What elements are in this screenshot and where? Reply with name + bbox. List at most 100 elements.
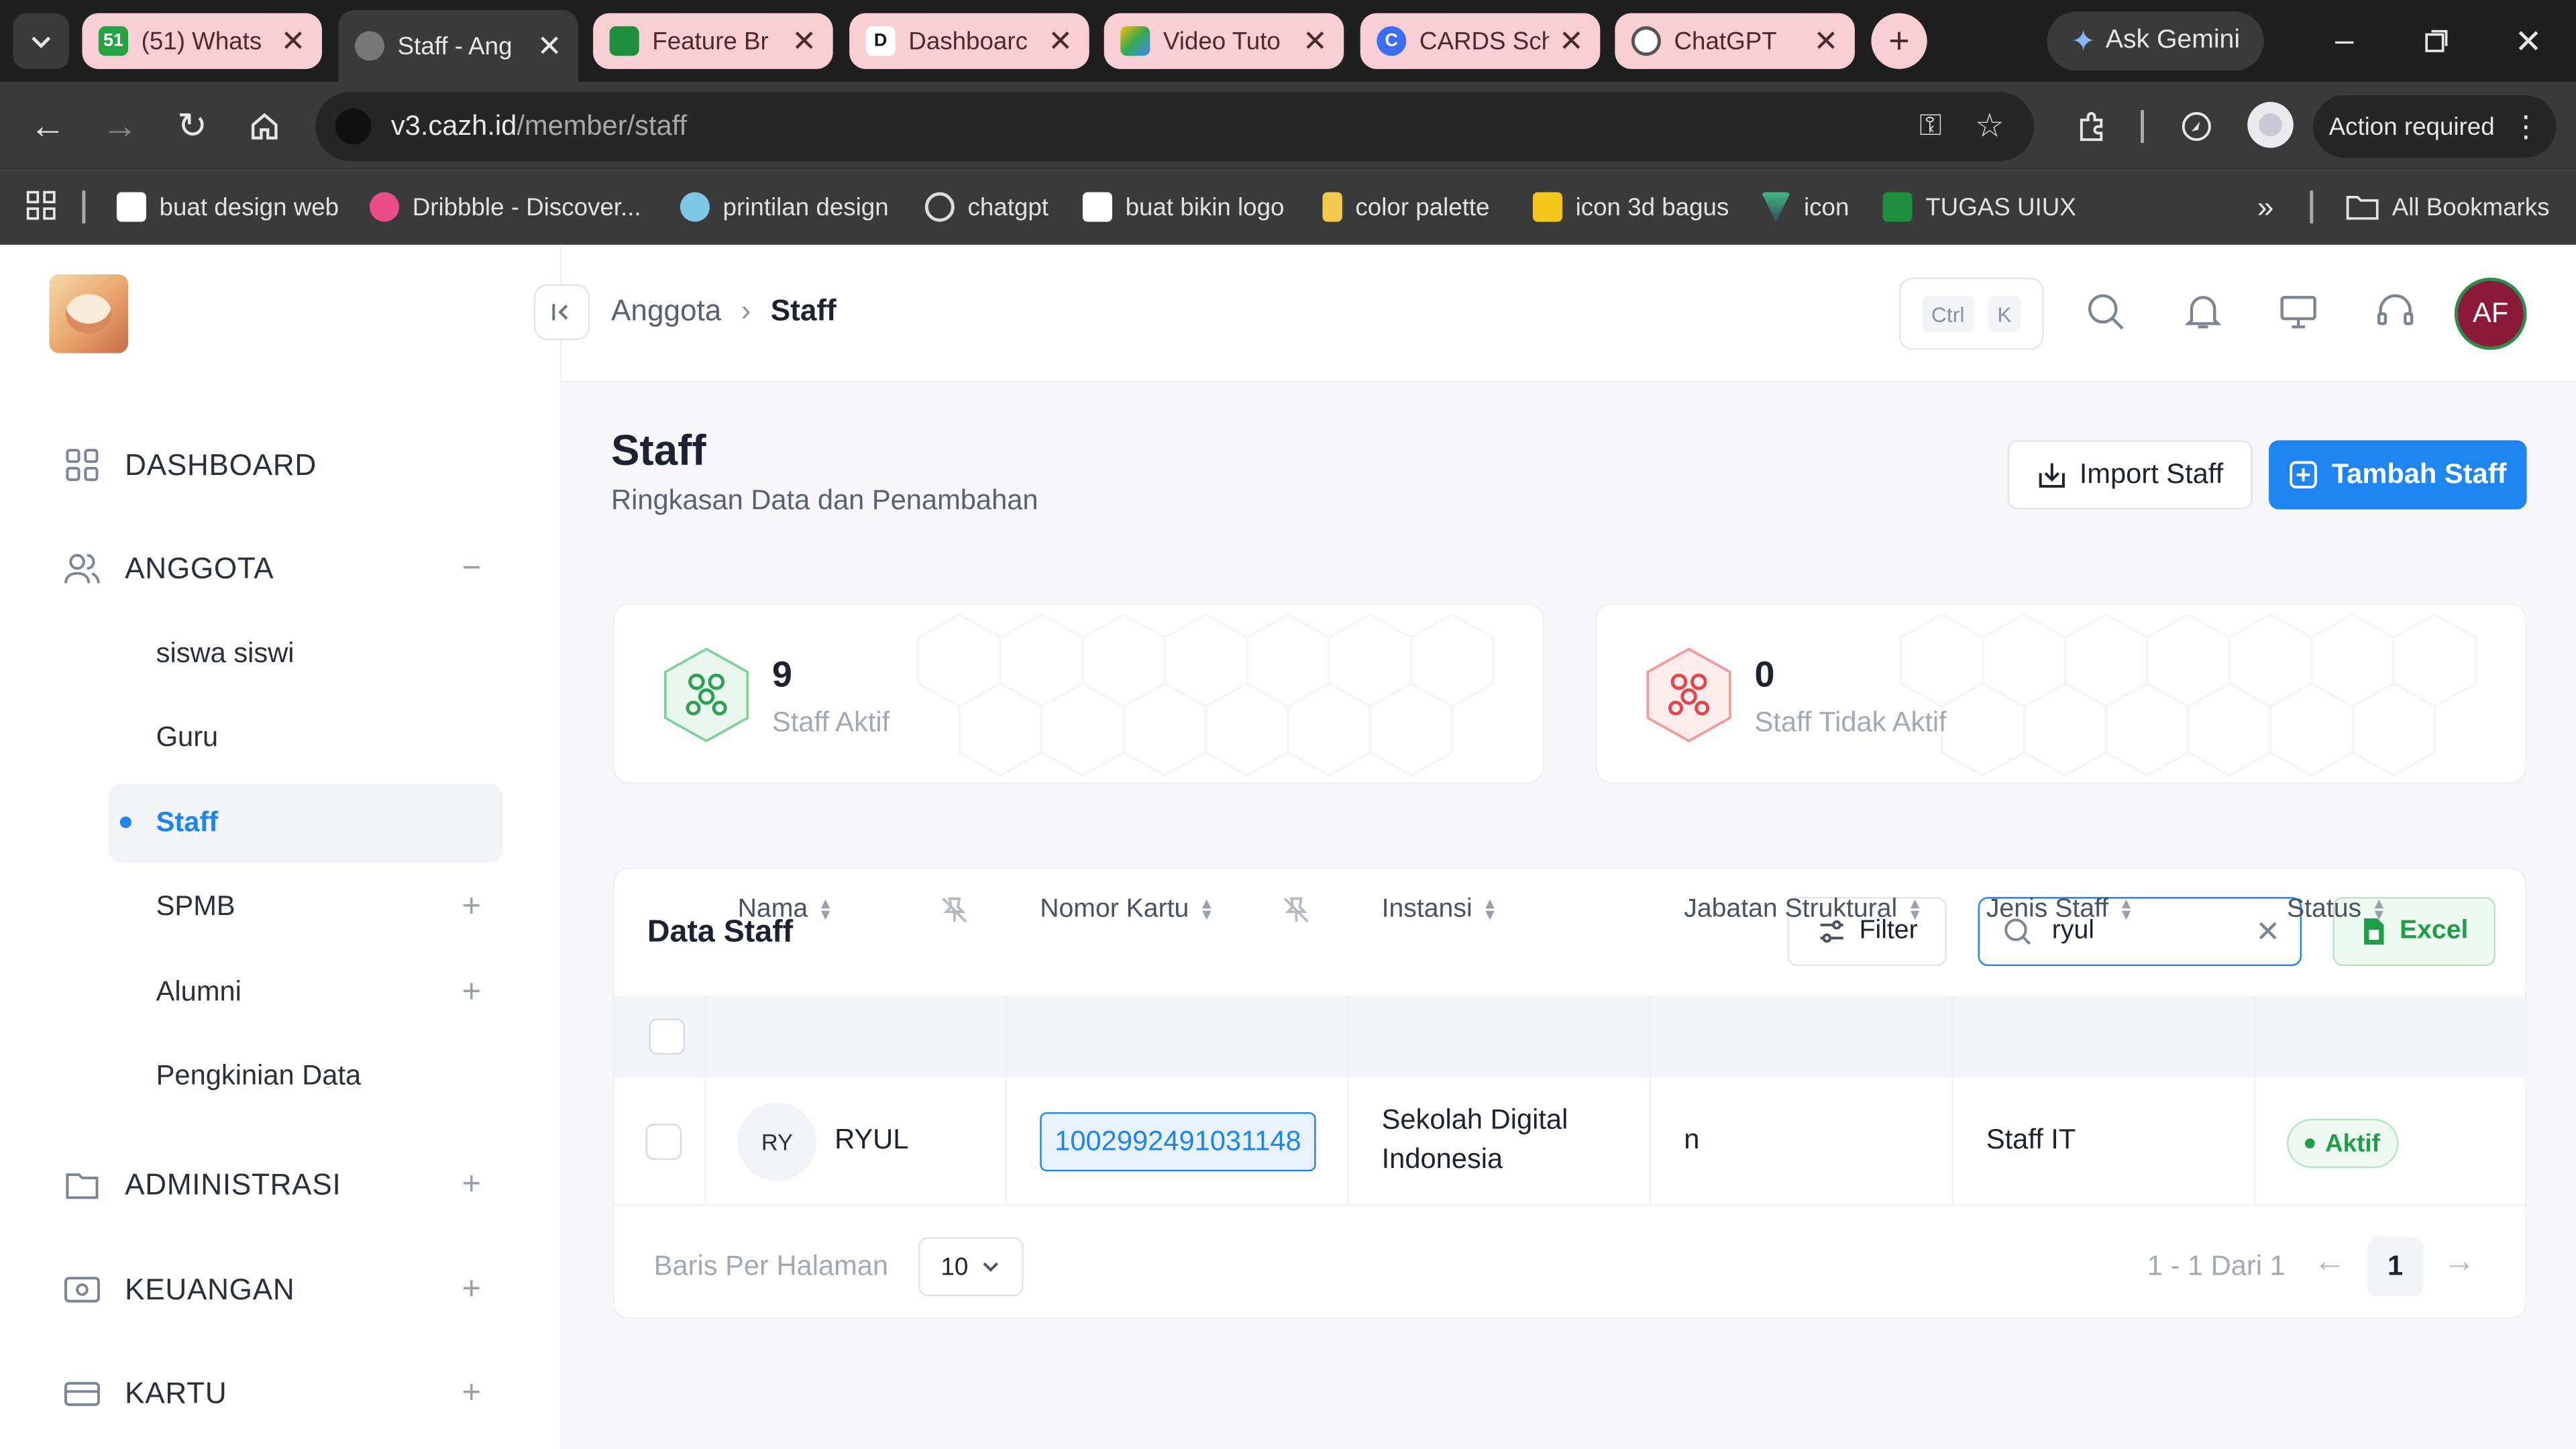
cell-jabatan: n: [1684, 1124, 1700, 1155]
search-icon[interactable]: [2085, 290, 2128, 333]
column-header-jabatan[interactable]: Jabatan Struktural ▴ ▾: [1684, 869, 1919, 951]
column-header-nama[interactable]: Nama ▴ ▾: [738, 869, 830, 951]
close-icon[interactable]: ✕: [537, 29, 562, 63]
pin-off-icon[interactable]: [1281, 896, 1311, 925]
bookmark-item[interactable]: printilan design: [680, 187, 889, 227]
headset-icon[interactable]: [2374, 290, 2417, 333]
avatar[interactable]: AF: [2454, 277, 2527, 350]
sidebar-subitem-spmb[interactable]: SPMB: [156, 882, 235, 931]
back-button[interactable]: ←: [23, 102, 72, 151]
bookmark-item[interactable]: buat bikin logo: [1082, 187, 1285, 227]
bookmark-item[interactable]: color palette: [1322, 187, 1490, 227]
breadcrumb-item[interactable]: Anggota: [611, 294, 721, 328]
tab-video[interactable]: Video Tuto ✕: [1104, 13, 1344, 69]
extensions-button[interactable]: [2067, 102, 2116, 151]
site-info-icon[interactable]: [335, 108, 372, 145]
column-label: Nomor Kartu: [1040, 895, 1189, 924]
home-button[interactable]: [240, 102, 289, 151]
column-header-nomor-kartu[interactable]: Nomor Kartu ▴ ▾: [1040, 869, 1211, 951]
app: DASHBOARD ANGGOTA − siswa siswi Guru Sta…: [0, 244, 2576, 1449]
cell-nomor-kartu[interactable]: 1002992491031148: [1040, 1112, 1316, 1172]
more-bookmarks-button[interactable]: »: [2247, 187, 2284, 227]
expand-plus-icon[interactable]: +: [457, 1168, 486, 1201]
row-checkbox[interactable]: [645, 1124, 682, 1160]
stat-value: 0: [1754, 653, 1775, 695]
sidebar-subitem-alumni[interactable]: Alumni: [156, 967, 241, 1016]
close-icon[interactable]: ✕: [1048, 24, 1073, 58]
pin-off-icon[interactable]: [940, 896, 969, 925]
table-row[interactable]: RY RYUL 1002992491031148 Sekolah Digital…: [614, 1078, 2526, 1206]
column-header-jenis[interactable]: Jenis Staff ▴ ▾: [1986, 869, 2131, 951]
close-icon[interactable]: ✕: [1303, 24, 1328, 58]
bookmark-item[interactable]: buat design web: [116, 187, 339, 227]
clear-search-icon[interactable]: ✕: [2255, 914, 2280, 949]
page-number-button[interactable]: 1: [2367, 1237, 2424, 1297]
sidebar-item-kartu[interactable]: KARTU: [62, 1368, 227, 1417]
tab-staff[interactable]: Staff - Ang ✕: [338, 9, 579, 83]
new-tab-button[interactable]: +: [1871, 13, 1927, 69]
monitor-icon[interactable]: [2277, 290, 2320, 333]
sidebar-subitem-staff[interactable]: Staff: [156, 798, 219, 847]
close-icon[interactable]: ✕: [1559, 24, 1584, 58]
tab-feature[interactable]: Feature Br ✕: [593, 13, 833, 69]
expand-plus-icon[interactable]: +: [457, 976, 486, 1009]
arrow-right-icon: →: [101, 105, 138, 146]
select-all-checkbox[interactable]: [649, 1018, 686, 1055]
expand-plus-icon[interactable]: +: [457, 1377, 486, 1409]
close-icon[interactable]: ✕: [281, 24, 306, 58]
all-bookmarks-button[interactable]: All Bookmarks: [2346, 187, 2550, 227]
forward-button[interactable]: →: [95, 102, 144, 151]
tab-dashboard[interactable]: D Dashboarc ✕: [849, 13, 1089, 69]
bookmark-item[interactable]: icon: [1761, 187, 1849, 227]
sidebar-item-dashboard[interactable]: DASHBOARD: [62, 440, 317, 489]
breadcrumb: Anggota › Staff: [611, 294, 837, 328]
address-bar[interactable]: v3.cazh.id/member/staff ⚿ ☆: [315, 92, 2034, 162]
tab-search-button[interactable]: [13, 13, 69, 69]
reload-button[interactable]: ↻: [168, 102, 217, 151]
close-window-button[interactable]: ✕: [2500, 16, 2556, 65]
d-logo-icon: D: [865, 26, 896, 56]
column-header-instansi[interactable]: Instansi ▴ ▾: [1382, 869, 1495, 951]
next-page-button[interactable]: →: [2443, 1244, 2476, 1281]
sidebar-subitem-pengkinian[interactable]: Pengkinian Data: [156, 1051, 362, 1100]
sidebar-subitem-siswa[interactable]: siswa siswi: [156, 629, 294, 678]
profile-button[interactable]: [2247, 101, 2294, 148]
sidebar-item-keuangan[interactable]: KEUANGAN: [62, 1265, 294, 1314]
password-key-icon[interactable]: ⚿: [1919, 109, 1942, 143]
command-palette-button[interactable]: Ctrl K: [1899, 277, 2044, 350]
minimize-button[interactable]: –: [2316, 16, 2372, 65]
apps-button[interactable]: [23, 187, 59, 223]
prev-page-button[interactable]: ←: [2313, 1244, 2346, 1281]
page-title: Staff: [611, 425, 706, 475]
bookmark-item[interactable]: icon 3d bagus: [1532, 187, 1729, 227]
expand-plus-icon[interactable]: +: [457, 890, 486, 923]
bell-icon[interactable]: [2182, 290, 2224, 333]
sidebar-item-anggota[interactable]: ANGGOTA: [62, 544, 274, 593]
bookmark-star-icon[interactable]: ☆: [1975, 105, 2004, 146]
tab-chatgpt[interactable]: ChatGPT ✕: [1615, 13, 1855, 69]
import-staff-button[interactable]: Import Staff: [2007, 440, 2253, 510]
action-required-button[interactable]: Action required ⋮: [2313, 95, 2557, 158]
sidebar-item-administrasi[interactable]: ADMINISTRASI: [62, 1160, 341, 1209]
sidebar-item-label: KEUANGAN: [125, 1272, 295, 1305]
tab-cards[interactable]: C CARDS Sch ✕: [1360, 13, 1601, 69]
sidebar-subitem-guru[interactable]: Guru: [156, 713, 219, 762]
column-header-status[interactable]: Status ▴ ▾: [2287, 869, 2383, 951]
performance-button[interactable]: [2172, 102, 2221, 151]
bookmark-item[interactable]: TUGAS UIUX: [1882, 187, 2076, 227]
expand-plus-icon[interactable]: +: [457, 1273, 486, 1306]
folder-icon: [2346, 196, 2379, 220]
close-icon[interactable]: ✕: [792, 24, 816, 58]
close-icon[interactable]: ✕: [1813, 24, 1838, 58]
collapse-minus-icon[interactable]: −: [457, 552, 486, 585]
bookmark-item[interactable]: Dribbble - Discover...: [370, 187, 641, 227]
collapse-sidebar-button[interactable]: [533, 284, 590, 340]
bookmark-item[interactable]: chatgpt: [924, 187, 1049, 227]
restore-button[interactable]: [2408, 16, 2464, 65]
app-logo[interactable]: [49, 274, 129, 354]
column-label: Instansi: [1381, 895, 1472, 924]
ask-gemini-button[interactable]: ✦ Ask Gemini: [2047, 11, 2264, 71]
add-staff-button[interactable]: Tambah Staff: [2269, 440, 2527, 510]
rows-per-page-select[interactable]: 10: [918, 1237, 1024, 1297]
tab-whatsapp[interactable]: 51 (51) Whats ✕: [82, 13, 323, 69]
